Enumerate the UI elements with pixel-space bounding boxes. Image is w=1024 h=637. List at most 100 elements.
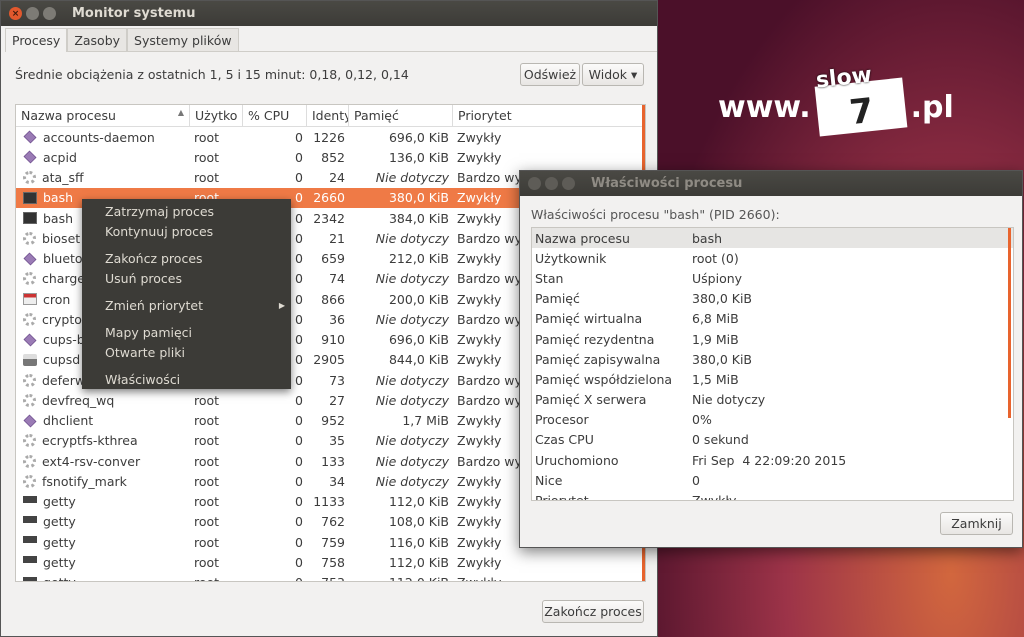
property-row[interactable]: Pamięć rezydentna 1,9 MiB bbox=[532, 329, 1013, 349]
menu-item-label: Otwarte pliki bbox=[105, 344, 185, 360]
cell-name: getty bbox=[16, 514, 190, 529]
column-cpu[interactable]: % CPU bbox=[243, 105, 307, 126]
cell-memory: 696,0 KiB bbox=[388, 332, 449, 348]
logo-www: www. bbox=[718, 89, 811, 125]
column-name[interactable]: Nazwa procesu ▲ bbox=[16, 105, 190, 126]
property-row[interactable]: Pamięć X serwera Nie dotyczy bbox=[532, 390, 1013, 410]
cell-pid: 35 bbox=[329, 433, 345, 449]
property-row[interactable]: Pamięć współdzielona 1,5 MiB bbox=[532, 369, 1013, 389]
cell-pid: 24 bbox=[329, 170, 345, 186]
cell-pid: 758 bbox=[321, 554, 345, 570]
menu-separator bbox=[82, 315, 291, 322]
process-name: bash bbox=[43, 210, 74, 226]
cell-user: root bbox=[194, 413, 220, 429]
cell-memory: Nie dotyczy bbox=[375, 453, 449, 469]
property-row[interactable]: Nice 0 bbox=[532, 470, 1013, 490]
cell-pid: 753 bbox=[307, 575, 349, 581]
cell-memory: 112,0 KiB bbox=[388, 554, 449, 570]
menu-item[interactable]: Właściwości bbox=[82, 369, 291, 389]
minimize-icon[interactable] bbox=[26, 7, 39, 20]
context-menu: Zatrzymaj proces Kontynuuj proces Zakończ … bbox=[82, 199, 291, 389]
menu-item-label: Zatrzymaj proces bbox=[105, 203, 215, 219]
cell-memory: 384,0 KiB bbox=[388, 210, 449, 226]
table-row[interactable]: acpid root 0 852 136,0 KiB Zwykły bbox=[16, 147, 645, 167]
end-process-button[interactable]: Zakończ proces bbox=[542, 600, 644, 623]
property-key: Pamięć rezydentna bbox=[535, 331, 655, 347]
column-user[interactable]: Użytko bbox=[190, 105, 243, 126]
property-row[interactable]: Stan Uśpiony bbox=[532, 268, 1013, 288]
process-name: deferw bbox=[42, 372, 86, 388]
title-bar: × Monitor systemu bbox=[1, 1, 657, 26]
property-value: Nie dotyczy bbox=[692, 392, 766, 408]
cell-memory: Nie dotyczy bbox=[375, 230, 449, 246]
scrollbar[interactable] bbox=[1008, 228, 1011, 418]
menu-item[interactable]: Usuń proces bbox=[82, 268, 291, 288]
property-row[interactable]: Priorytet Zwykły bbox=[532, 490, 1013, 501]
table-row[interactable]: getty root 0 753 112,0 KiB Zwykły bbox=[16, 573, 645, 581]
cell-cpu: 0 bbox=[295, 494, 303, 510]
property-row[interactable]: Pamięć 380,0 KiB bbox=[532, 289, 1013, 309]
cell-memory: Nie dotyczy bbox=[375, 392, 449, 408]
menu-item[interactable]: Mapy pamięci bbox=[82, 322, 291, 342]
cell-pid: 762 bbox=[321, 514, 345, 530]
cell-pid: 36 bbox=[329, 311, 345, 327]
cell-pid: 2342 bbox=[313, 210, 345, 226]
close-button[interactable]: Zamknij bbox=[940, 512, 1013, 535]
column-pid[interactable]: Identy bbox=[307, 105, 349, 126]
table-row[interactable]: getty root 0 758 112,0 KiB Zwykły bbox=[16, 552, 645, 572]
gear-icon bbox=[23, 454, 36, 468]
property-row[interactable]: Pamięć zapisywalna 380,0 KiB bbox=[532, 349, 1013, 369]
cell-cpu: 0 bbox=[295, 413, 303, 429]
tab-zasoby[interactable]: Zasoby bbox=[67, 28, 128, 51]
daemon-icon bbox=[23, 414, 37, 428]
property-row[interactable]: Użytkownik root (0) bbox=[532, 248, 1013, 268]
property-key: Stan bbox=[535, 270, 564, 286]
cell-user: root bbox=[194, 534, 220, 550]
table-header: Nazwa procesu ▲ Użytko % CPU Identy Pamię… bbox=[16, 105, 645, 127]
close-icon[interactable] bbox=[528, 177, 541, 190]
property-row[interactable]: Czas CPU 0 sekund bbox=[532, 430, 1013, 450]
menu-separator bbox=[82, 362, 291, 369]
tab-procesy[interactable]: Procesy bbox=[5, 28, 68, 52]
cell-memory: Nie dotyczy bbox=[375, 170, 449, 186]
view-button[interactable]: Widok ▾ bbox=[582, 63, 644, 86]
close-icon[interactable]: × bbox=[9, 7, 22, 20]
process-name: acpid bbox=[43, 149, 77, 165]
property-row[interactable]: Pamięć wirtualna 6,8 MiB bbox=[532, 309, 1013, 329]
slow7-logo: www. slow 7 .pl bbox=[718, 63, 954, 137]
menu-item[interactable]: Otwarte pliki bbox=[82, 342, 291, 362]
column-memory[interactable]: Pamięć bbox=[349, 105, 453, 126]
maximize-icon[interactable] bbox=[43, 7, 56, 20]
table-row[interactable]: accounts-daemon root 0 1226 696,0 KiB Zw… bbox=[16, 127, 645, 147]
cell-memory: Nie dotyczy bbox=[375, 473, 449, 489]
cell-user: root bbox=[194, 149, 220, 165]
menu-item[interactable]: Zakończ proces bbox=[82, 248, 291, 268]
property-key: Procesor bbox=[535, 412, 589, 428]
cell-name: ext4-rsv-conver bbox=[16, 454, 190, 469]
load-average-text: Średnie obciążenia z ostatnich 1, 5 i 15… bbox=[15, 67, 409, 82]
menu-item[interactable]: Kontynuuj proces bbox=[82, 221, 291, 241]
cell-pid: 34 bbox=[329, 473, 345, 489]
column-priority[interactable]: Priorytet bbox=[453, 105, 642, 126]
menu-item[interactable]: Zmień priorytet ▶ bbox=[82, 295, 291, 315]
property-row[interactable]: Procesor 0% bbox=[532, 410, 1013, 430]
minimize-icon[interactable] bbox=[545, 177, 558, 190]
property-value: Zwykły bbox=[692, 493, 737, 501]
process-name: accounts-daemon bbox=[43, 129, 155, 145]
refresh-button[interactable]: Odśwież bbox=[520, 63, 580, 86]
menu-item[interactable]: Zatrzymaj proces bbox=[82, 201, 291, 221]
cell-pid: 1226 bbox=[313, 129, 345, 145]
process-name: getty bbox=[43, 494, 76, 510]
maximize-icon[interactable] bbox=[562, 177, 575, 190]
dialog-title: Właściwości procesu bbox=[591, 176, 743, 191]
cal-icon bbox=[23, 293, 37, 306]
property-row[interactable]: Nazwa procesu bash bbox=[532, 228, 1013, 249]
tab-systemy-plikow[interactable]: Systemy plików bbox=[127, 28, 239, 51]
cell-cpu: 0 bbox=[243, 575, 307, 581]
cell-cpu: 0 bbox=[295, 433, 303, 449]
cell-memory: Nie dotyczy bbox=[375, 372, 449, 388]
process-name: fsnotify_mark bbox=[42, 473, 127, 489]
property-row[interactable]: Uruchomiono Fri Sep 4 22:09:20 2015 bbox=[532, 450, 1013, 470]
dialog-title-bar: Właściwości procesu bbox=[520, 171, 1022, 196]
property-value: 380,0 KiB bbox=[692, 351, 753, 367]
